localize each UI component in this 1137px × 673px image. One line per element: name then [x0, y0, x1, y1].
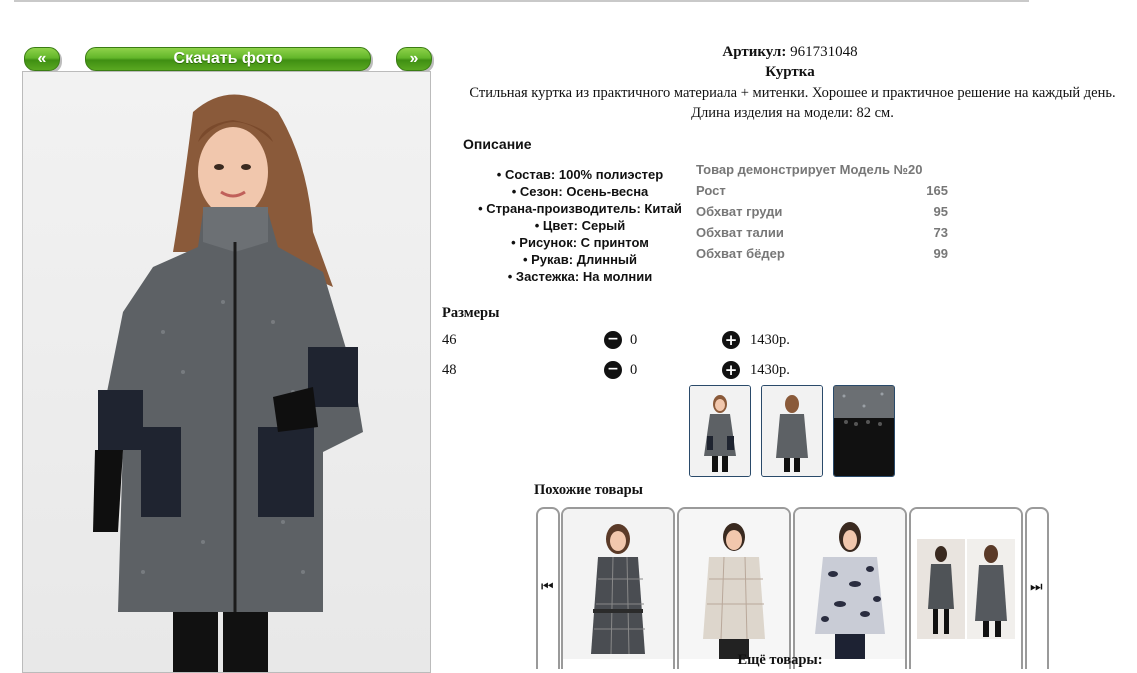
list-item: Рисунок: С принтом — [460, 234, 700, 251]
measure-value: 95 — [933, 204, 948, 219]
size-row: 46 − 0 + 1430р. — [442, 331, 822, 356]
sizes-heading: Размеры — [442, 305, 500, 321]
similar-item-image — [795, 509, 905, 659]
main-product-photo[interactable] — [22, 71, 431, 673]
skip-forward-icon: ⏭ — [1030, 579, 1043, 595]
measure-value: 99 — [933, 246, 948, 261]
article-line: Артикул: 961731048 — [690, 44, 890, 61]
top-divider — [14, 0, 1029, 2]
measure-label: Обхват бёдер — [696, 246, 785, 261]
similar-item-4[interactable] — [909, 507, 1023, 669]
measure-value: 73 — [933, 225, 948, 240]
prev-photo-button[interactable]: « — [24, 47, 60, 71]
photo-thumbnail-3[interactable] — [833, 385, 895, 477]
list-item: Состав: 100% полиэстер — [460, 166, 700, 183]
article-value: 961731048 — [790, 44, 858, 60]
carousel-next-button[interactable]: ⏭ — [1025, 507, 1049, 669]
product-description: Стильная куртка из практичного материала… — [469, 85, 1116, 121]
download-photo-button[interactable]: Скачать фото — [85, 47, 371, 71]
table-row: Обхват бёдер 99 — [696, 243, 948, 264]
list-item: Страна-производитель: Китай — [460, 200, 700, 217]
product-title: Куртка — [765, 64, 815, 80]
quantity-value: 0 — [630, 332, 638, 348]
minus-icon[interactable]: − — [604, 331, 622, 349]
size-value: 46 — [442, 332, 457, 348]
carousel-prev-button[interactable]: ⏮ — [536, 507, 560, 669]
properties-list: Состав: 100% полиэстер Сезон: Осень-весн… — [460, 166, 700, 285]
thumbnail-image — [762, 386, 822, 476]
description-heading: Описание — [463, 136, 532, 152]
model-wearing-jacket-image — [93, 94, 363, 672]
similar-item-image — [679, 509, 789, 659]
similar-heading: Похожие товары — [534, 482, 643, 498]
table-row: Обхват груди 95 — [696, 201, 948, 222]
plus-icon[interactable]: + — [722, 331, 740, 349]
thumbnail-image — [690, 386, 750, 476]
more-products-heading: Ещё товары: — [737, 652, 823, 668]
photo-thumbnail-1[interactable] — [689, 385, 751, 477]
similar-item-3[interactable] — [793, 507, 907, 669]
price-value: 1430р. — [750, 362, 790, 378]
measure-label: Рост — [696, 183, 726, 198]
similar-item-2[interactable] — [677, 507, 791, 669]
measure-value: 165 — [926, 183, 948, 198]
list-item: Рукав: Длинный — [460, 251, 700, 268]
size-row: 48 − 0 + 1430р. — [442, 361, 822, 386]
model-heading: Товар демонстрирует Модель №20 — [696, 162, 923, 177]
table-row: Обхват талии 73 — [696, 222, 948, 243]
thumbnail-image — [834, 386, 894, 476]
model-measurements: Товар демонстрирует Модель №20 Рост 165 О… — [696, 159, 948, 264]
similar-item-1[interactable] — [561, 507, 675, 669]
quantity-value: 0 — [630, 362, 638, 378]
photo-thumbnail-2[interactable] — [761, 385, 823, 477]
article-label: Артикул: — [722, 44, 787, 60]
size-value: 48 — [442, 362, 457, 378]
list-item: Цвет: Серый — [460, 217, 700, 234]
price-value: 1430р. — [750, 332, 790, 348]
similar-item-image — [911, 509, 1021, 659]
similar-item-image — [563, 509, 673, 659]
measure-label: Обхват груди — [696, 204, 783, 219]
plus-icon[interactable]: + — [722, 361, 740, 379]
next-photo-button[interactable]: » — [396, 47, 432, 71]
skip-back-icon: ⏮ — [541, 579, 554, 595]
measure-label: Обхват талии — [696, 225, 784, 240]
list-item: Застежка: На молнии — [460, 268, 700, 285]
minus-icon[interactable]: − — [604, 361, 622, 379]
list-item: Сезон: Осень-весна — [460, 183, 700, 200]
table-row: Рост 165 — [696, 180, 948, 201]
